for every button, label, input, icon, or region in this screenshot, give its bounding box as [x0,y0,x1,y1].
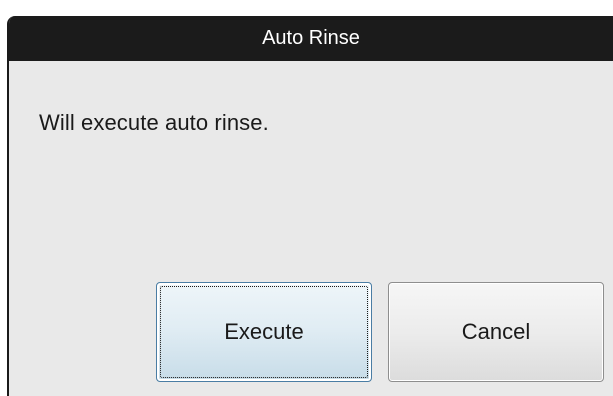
auto-rinse-dialog: Auto Rinse Will execute auto rinse. Exec… [7,16,613,396]
execute-button[interactable]: Execute [156,282,372,382]
dialog-title: Auto Rinse [262,27,360,49]
dialog-titlebar: Auto Rinse [9,16,613,61]
execute-button-label: Execute [224,319,304,344]
cancel-button[interactable]: Cancel [388,282,604,382]
dialog-message: Will execute auto rinse. [39,110,269,135]
cancel-button-label: Cancel [461,319,531,344]
